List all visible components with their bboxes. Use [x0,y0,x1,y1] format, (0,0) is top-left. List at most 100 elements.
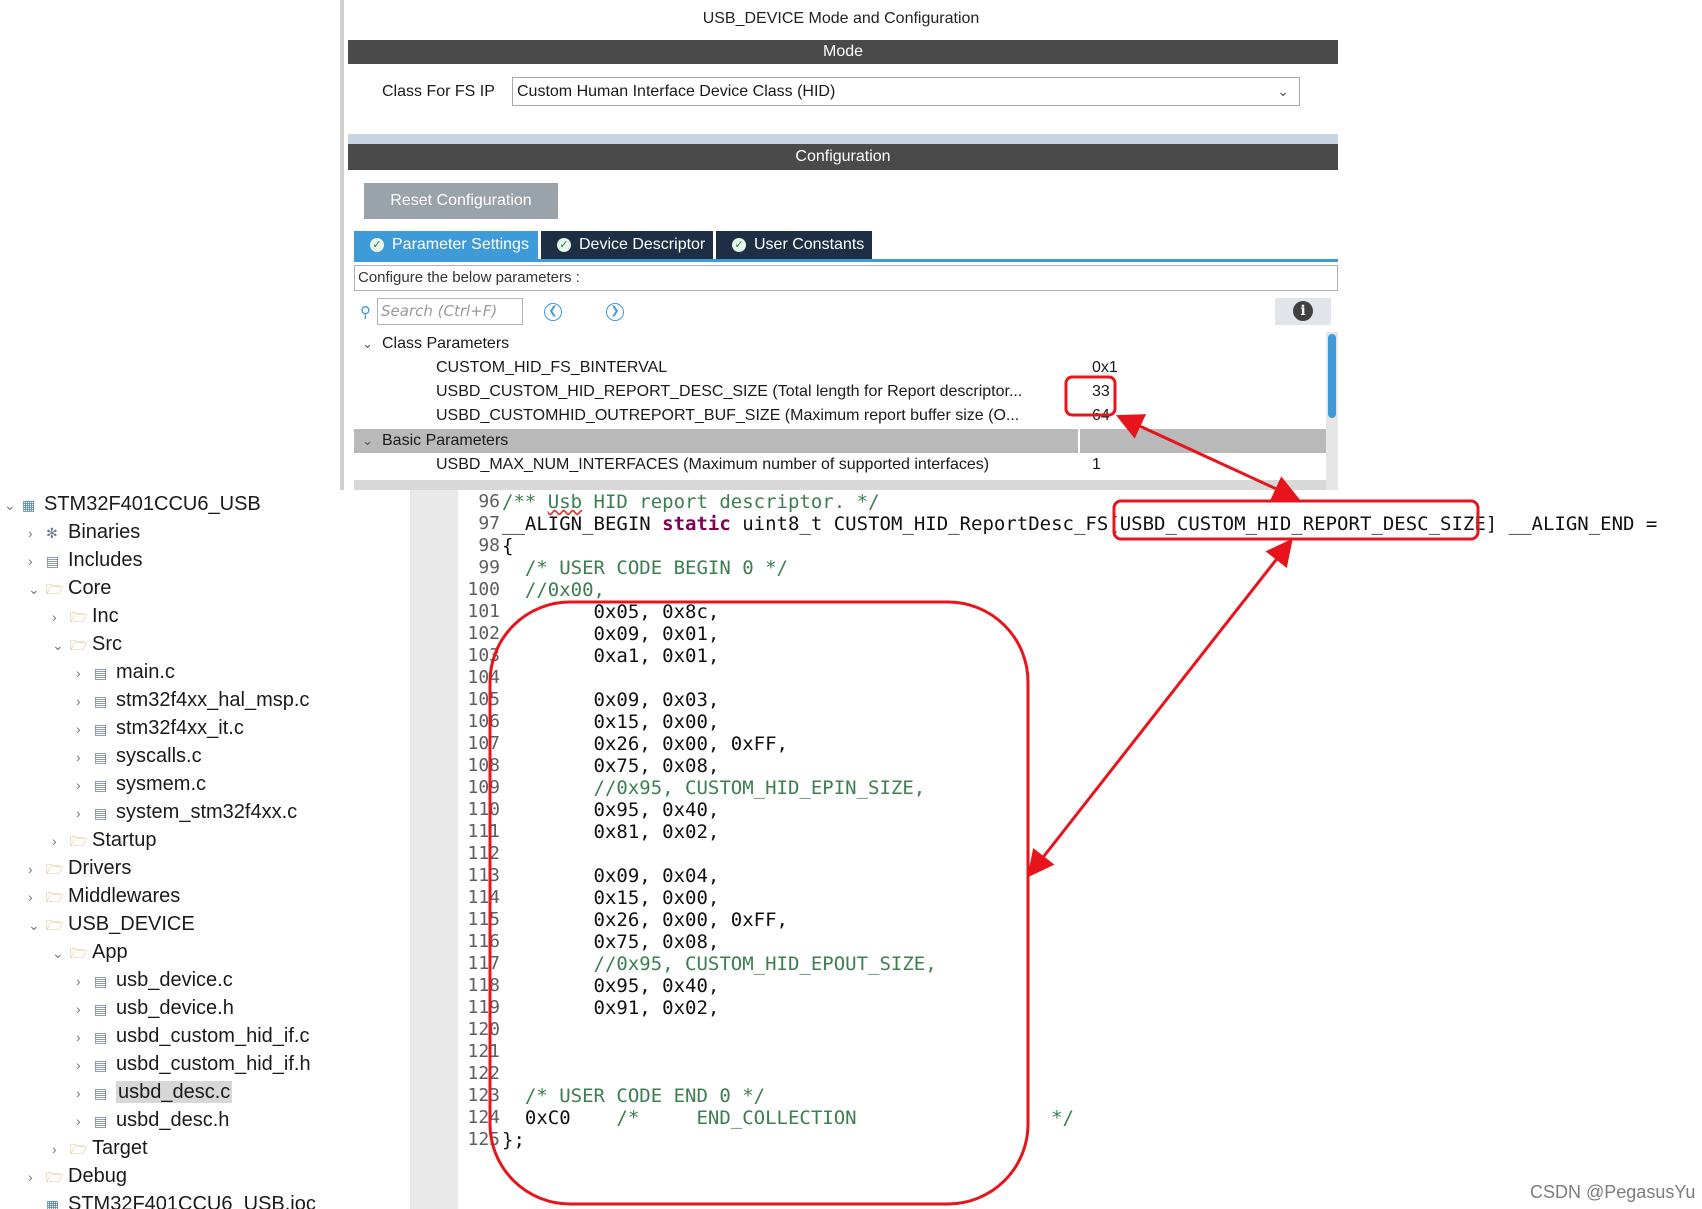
chevron-down-icon[interactable]: ⌄ [28,575,46,603]
code-line[interactable]: }; [502,1128,525,1152]
param-row[interactable]: USBD_CUSTOMHID_OUTREPORT_BUF_SIZE (Maxim… [354,404,1326,428]
tree-item[interactable]: › ▤ syscalls.c [76,742,202,770]
code-line[interactable]: 0x05, 0x8c, [502,600,720,624]
chevron-right-icon[interactable]: › [52,827,70,855]
param-row[interactable]: USBD_MAX_NUM_INTERFACES (Maximum number … [354,453,1326,477]
chevron-right-icon[interactable]: › [76,1107,94,1135]
tab-user-constants[interactable]: ✓ User Constants [716,231,872,259]
chevron-right-icon[interactable]: › [28,1163,46,1191]
code-line[interactable]: //0x00, [502,578,605,602]
tree-item[interactable]: › ▤ usbd_desc.h [76,1106,229,1134]
param-value[interactable]: 0x1 [1092,356,1118,380]
chevron-down-icon[interactable]: ⌄ [28,911,46,939]
code-editor[interactable]: 96 97 98 99 100 101 102 103 104 105 106 107 108 109 11… [414,490,1702,1209]
tree-item[interactable]: › ▤ usbd_custom_hid_if.h [76,1050,311,1078]
vertical-scrollbar[interactable] [1326,332,1338,490]
tree-item[interactable]: › 🗁 Startup [52,826,156,854]
next-match-button[interactable]: ❯ [606,303,624,321]
tree-item[interactable]: › 🗁 Debug [28,1162,127,1190]
tree-item[interactable]: › 🗁 Drivers [28,854,131,882]
param-row[interactable]: USBD_CUSTOM_HID_REPORT_DESC_SIZE (Total … [354,380,1326,404]
tree-item[interactable]: ⌄ 🗁 USB_DEVICE [28,910,195,938]
tree-item[interactable]: › ▤ usbd_custom_hid_if.c [76,1022,309,1050]
chevron-right-icon[interactable]: › [28,855,46,883]
code-line[interactable]: 0x91, 0x02, [502,996,720,1020]
scrollbar-thumb[interactable] [1328,334,1336,418]
tree-item[interactable]: › ▤ usb_device.h [76,994,234,1022]
code-line[interactable]: __ALIGN_BEGIN static uint8_t CUSTOM_HID_… [502,512,1657,536]
chevron-right-icon[interactable]: › [76,967,94,995]
tree-item[interactable]: ⌄ 🗁 App [52,938,128,966]
code-line[interactable]: //0x95, CUSTOM_HID_EPIN_SIZE, [502,776,926,800]
chevron-right-icon[interactable]: › [76,799,94,827]
info-button[interactable]: i [1275,298,1331,325]
code-line[interactable]: 0x95, 0x40, [502,798,720,822]
chevron-right-icon[interactable]: › [76,995,94,1023]
tree-item[interactable]: ⌄ ▦ STM32F401CCU6_USB [4,490,261,518]
search-input[interactable]: Search (Ctrl+F) [377,298,523,325]
chevron-right-icon[interactable]: › [76,659,94,687]
code-line[interactable]: 0x15, 0x00, [502,710,720,734]
code-line[interactable]: 0xa1, 0x01, [502,644,720,668]
chevron-right-icon[interactable]: › [76,715,94,743]
chevron-right-icon[interactable]: › [76,743,94,771]
code-line[interactable]: 0x75, 0x08, [502,754,720,778]
code-line[interactable]: /* USER CODE BEGIN 0 */ [502,556,788,580]
tree-item[interactable]: › 🗁 Middlewares [28,882,180,910]
chevron-down-icon[interactable]: ⌄ [52,631,70,659]
horizontal-scrollbar[interactable] [354,480,1326,490]
tree-item[interactable]: ▦ STM32F401CCU6_USB.ioc [28,1190,316,1209]
tab-device-descriptor[interactable]: ✓ Device Descriptor [541,231,713,259]
code-line[interactable]: 0x75, 0x08, [502,930,720,954]
chevron-right-icon[interactable]: › [52,1135,70,1163]
chevron-right-icon[interactable]: › [76,1023,94,1051]
chevron-down-icon[interactable]: ⌄ [52,939,70,967]
chevron-right-icon[interactable]: › [28,519,46,547]
previous-match-button[interactable]: ❮ [544,303,562,321]
tree-item[interactable]: › ▤ usbd_desc.c [76,1078,233,1107]
reset-configuration-button[interactable]: Reset Configuration [364,183,558,219]
chevron-down-icon[interactable]: ⌄ [4,491,22,519]
param-value[interactable]: 33 [1092,380,1110,404]
chevron-right-icon[interactable]: › [76,1079,94,1107]
chevron-right-icon[interactable]: › [52,603,70,631]
tree-item[interactable]: › ▤ system_stm32f4xx.c [76,798,297,826]
tree-item[interactable]: › ▤ stm32f4xx_hal_msp.c [76,686,309,714]
code-line[interactable]: 0x26, 0x00, 0xFF, [502,732,788,756]
code-line[interactable]: 0x09, 0x03, [502,688,720,712]
code-line[interactable]: 0x81, 0x02, [502,820,720,844]
chevron-right-icon[interactable]: › [76,771,94,799]
code-line[interactable]: /* USER CODE END 0 */ [502,1084,765,1108]
param-value[interactable]: 64 [1092,404,1110,428]
param-value[interactable]: 1 [1092,453,1101,477]
tab-parameter-settings[interactable]: ✓ Parameter Settings [354,231,538,259]
tree-item[interactable]: › ✻ Binaries [28,518,140,546]
search-icon[interactable]: ⚲ [360,303,371,321]
code-line[interactable]: 0xC0 /* END_COLLECTION */ [502,1106,1074,1130]
tree-item[interactable]: › ▤ Includes [28,546,143,574]
code-line[interactable]: 0x15, 0x00, [502,886,720,910]
group-basic-parameters[interactable]: ⌄ Basic Parameters [354,429,1326,453]
tree-item[interactable]: › 🗁 Inc [52,602,119,630]
chevron-right-icon[interactable]: › [28,883,46,911]
tree-item[interactable]: › ▤ stm32f4xx_it.c [76,714,244,742]
chevron-right-icon[interactable]: › [76,687,94,715]
code-line[interactable]: /** Usb HID report descriptor. */ [502,490,880,514]
code-line[interactable]: 0x26, 0x00, 0xFF, [502,908,788,932]
tree-item[interactable]: › 🗁 Target [52,1134,148,1162]
tree-item[interactable]: › ▤ main.c [76,658,175,686]
code-line[interactable]: 0x09, 0x04, [502,864,720,888]
tree-item[interactable]: ⌄ 🗁 Src [52,630,122,658]
chevron-right-icon[interactable]: › [76,1051,94,1079]
tree-item[interactable]: › ▤ usb_device.c [76,966,233,994]
code-line[interactable]: //0x95, CUSTOM_HID_EPOUT_SIZE, [502,952,937,976]
tree-item[interactable]: ⌄ 🗁 Core [28,574,111,602]
class-for-fs-ip-select[interactable]: Custom Human Interface Device Class (HID… [512,77,1300,106]
tree-item[interactable]: › ▤ sysmem.c [76,770,206,798]
code-line[interactable]: 0x09, 0x01, [502,622,720,646]
code-line[interactable]: { [502,534,513,558]
group-class-parameters[interactable]: ⌄ Class Parameters [354,332,1326,356]
chevron-right-icon[interactable]: › [28,547,46,575]
code-line[interactable]: 0x95, 0x40, [502,974,720,998]
param-row[interactable]: CUSTOM_HID_FS_BINTERVAL 0x1 [354,356,1326,380]
